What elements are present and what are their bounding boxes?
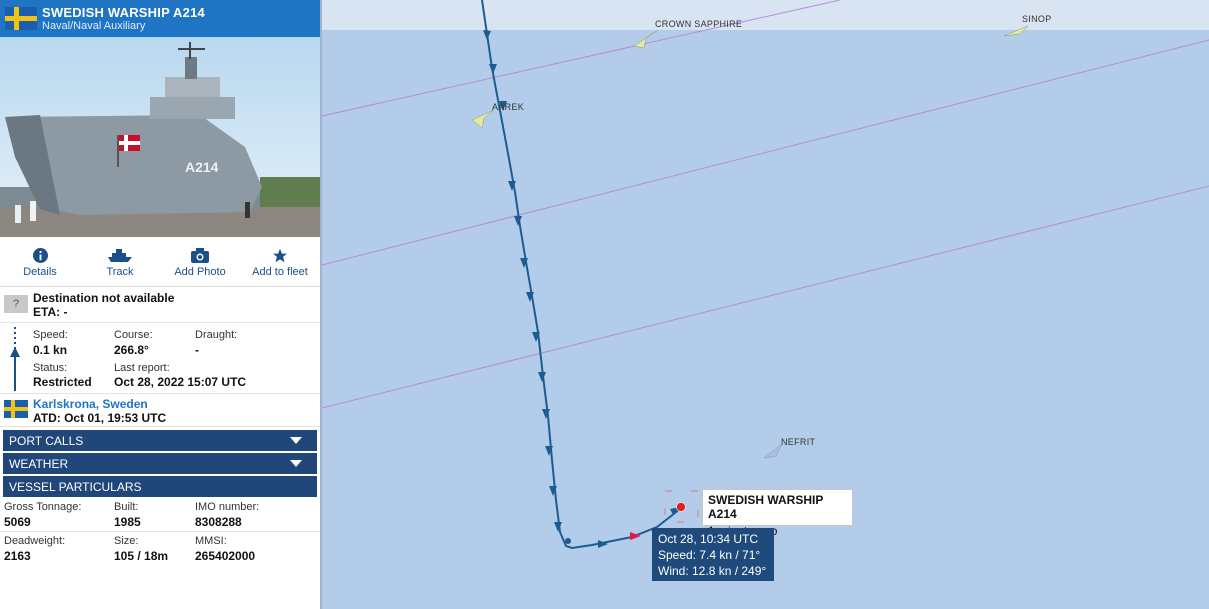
course-value: 266.8° [114,343,149,357]
particulars-row-1: Gross Tonnage: 5069 Built: 1985 IMO numb… [0,499,320,532]
port-calls-section[interactable]: PORT CALLS [3,430,317,451]
camera-icon [191,248,209,263]
svg-text:A214: A214 [185,159,219,175]
size-label: Size: [114,535,139,547]
unknown-destination-icon: ? [4,295,28,313]
status-label: Status: [33,362,68,374]
departure-port-link[interactable]: Karlskrona, Sweden [33,397,148,411]
speed-label: Speed: [33,329,68,341]
track-button[interactable]: Track [80,237,160,286]
mmsi-value: 265402000 [195,549,256,563]
add-photo-button[interactable]: Add Photo [160,237,240,286]
last-report-label: Last report: [114,362,170,374]
imo-label: IMO number: [195,501,260,513]
chevron-down-icon [290,460,302,467]
vessel-popup[interactable]: SWEDISH WARSHIP A214 1 minute ago [702,489,853,538]
vessel-name: SWEDISH WARSHIP A214 [42,5,205,20]
gross-tonnage-label: Gross Tonnage: [4,501,82,513]
weather-title: WEATHER [9,457,69,471]
speed-value: 0.1 kn [33,343,68,357]
track-label: Track [106,266,134,278]
ship-label-aarek[interactable]: AAREK [492,102,524,112]
deadweight-label: Deadweight: [4,535,66,547]
built-value: 1985 [114,515,141,529]
tooltip-time: Oct 28, 10:34 UTC [658,532,759,546]
eta-text: ETA: - [33,305,68,319]
gross-tonnage-value: 5069 [4,515,31,529]
vessel-particulars-section[interactable]: VESSEL PARTICULARS [3,476,317,497]
built-label: Built: [114,501,139,513]
vessel-header: SWEDISH WARSHIP A214 Naval/Naval Auxilia… [0,0,320,37]
track-point-tooltip: Oct 28, 10:34 UTC Speed: 7.4 kn / 71° Wi… [652,528,774,581]
vessel-photo[interactable]: A214 [0,37,320,237]
add-to-fleet-label: Add to fleet [252,266,308,278]
mmsi-label: MMSI: [195,535,227,547]
voyage-progress-icon [10,327,20,391]
weather-section[interactable]: WEATHER [3,453,317,474]
ship-track-icon [108,249,132,262]
popup-vessel-name: SWEDISH WARSHIP A214 [708,493,824,521]
tooltip-wind: Wind: 12.8 kn / 249° [658,564,767,578]
add-photo-label: Add Photo [174,266,226,278]
voyage-info: Speed: 0.1 kn Course: 266.8° Draught: - … [0,323,320,394]
deadweight-value: 2163 [4,549,31,563]
add-to-fleet-button[interactable]: Add to fleet [240,237,320,286]
vessel-panel: SWEDISH WARSHIP A214 Naval/Naval Auxilia… [0,0,322,609]
ship-label-nefrit[interactable]: NEFRIT [781,437,815,447]
imo-value: 8308288 [195,515,242,529]
destination-text: Destination not available [33,291,175,305]
tooltip-speed: Speed: 7.4 kn / 71° [658,548,761,562]
atd-text: ATD: Oct 01, 19:53 UTC [33,411,167,425]
last-report-value: Oct 28, 2022 15:07 UTC [114,375,247,389]
ship-label-crown-sapphire[interactable]: CROWN SAPPHIRE [655,19,742,29]
departure-row: Karlskrona, Sweden ATD: Oct 01, 19:53 UT… [0,394,320,427]
port-calls-title: PORT CALLS [9,434,84,448]
particulars-row-2: Deadweight: 2163 Size: 105 / 18m MMSI: 2… [0,532,320,565]
info-icon [32,248,48,263]
ship-label-sinop[interactable]: SINOP [1022,14,1052,24]
sweden-flag-icon [5,7,37,30]
chevron-down-icon [290,437,302,444]
status-value: Restricted [33,375,92,389]
draught-label: Draught: [195,329,238,341]
action-bar: Details Track Add Photo Add to fleet [0,237,320,287]
details-label: Details [23,266,57,278]
course-label: Course: [114,329,153,341]
vessel-particulars-title: VESSEL PARTICULARS [9,480,142,494]
draught-value: - [195,343,199,357]
size-value: 105 / 18m [114,549,169,563]
ship-marker-icon [633,29,659,49]
destination-row: ? Destination not available ETA: - [0,287,320,323]
sweden-flag-icon [4,400,28,418]
star-icon [273,248,287,263]
vessel-type: Naval/Naval Auxiliary [42,20,146,32]
details-button[interactable]: Details [0,237,80,286]
